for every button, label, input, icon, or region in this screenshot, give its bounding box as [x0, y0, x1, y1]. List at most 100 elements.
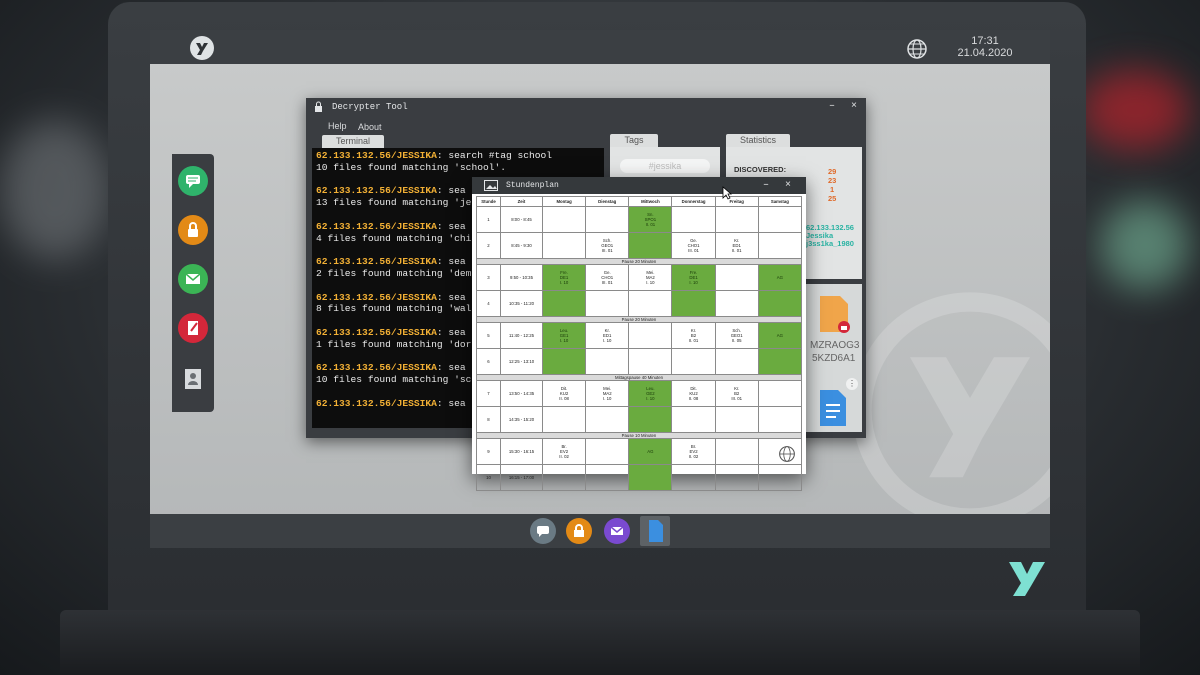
timetable-cell[interactable]: Mei. MA2 I. 10 — [585, 380, 630, 407]
timetable-cell[interactable] — [671, 348, 716, 375]
clock-time: 17:31 — [971, 35, 999, 47]
timetable-cell[interactable]: Mei. MA2 I. 10 — [628, 264, 673, 291]
terminal-prompt: 62.133.132.56/JESSIKA — [316, 362, 437, 374]
timetable-cell[interactable] — [757, 290, 803, 317]
timetable-cell[interactable]: Dit. KU2 II. 08 — [671, 380, 716, 407]
timetable-cell[interactable] — [628, 406, 673, 433]
timetable-cell[interactable]: AG — [757, 322, 803, 349]
timetable-cell[interactable] — [714, 348, 759, 375]
stundenplan-title: Stundenplan — [506, 181, 559, 190]
timetable-cell[interactable] — [757, 232, 803, 259]
timetable-cell[interactable]: Ge. CHO1 III. 01 — [671, 232, 716, 259]
stundenplan-titlebar[interactable]: Stundenplan – × — [472, 177, 806, 194]
timetable-cell[interactable] — [541, 290, 587, 317]
timetable-cell[interactable] — [757, 464, 803, 491]
terminal-text: 2 files found matching 'dem — [316, 267, 472, 279]
timetable-cell[interactable] — [541, 206, 587, 233]
tab-statistics[interactable]: Statistics — [726, 134, 790, 147]
timetable-cell[interactable] — [585, 206, 630, 233]
notes-icon[interactable] — [178, 313, 208, 343]
tag-chip[interactable]: #jessika — [620, 159, 710, 173]
laptop-base — [60, 610, 1140, 675]
timetable-cell[interactable] — [628, 348, 673, 375]
timetable-cell[interactable] — [585, 348, 630, 375]
timetable-cell[interactable]: Fre. DE1 I. 10 — [671, 264, 716, 291]
timetable-cell[interactable]: Sn. SPO1 II. 01 — [628, 206, 673, 233]
timetable-cell[interactable]: Kr. B2 II. 01 — [671, 322, 716, 349]
mail-icon[interactable] — [178, 264, 208, 294]
timetable-cell[interactable] — [585, 406, 630, 433]
timetable-cell[interactable] — [541, 348, 587, 375]
minimize-button[interactable]: – — [826, 98, 838, 116]
globe-icon[interactable] — [778, 445, 796, 463]
timetable-cell[interactable] — [585, 464, 630, 491]
timetable-cell[interactable]: Ge. CHO1 III. 01 — [585, 264, 630, 291]
document-icon[interactable] — [640, 516, 670, 546]
timetable-cell[interactable]: Br. EV2 II. 02 — [671, 438, 716, 465]
timetable-cell[interactable] — [541, 232, 587, 259]
terminal-prompt: 62.133.132.56/JESSIKA — [316, 220, 437, 232]
timetable-cell[interactable] — [671, 464, 716, 491]
lock-icon[interactable] — [178, 215, 208, 245]
timetable-cell[interactable]: Sch. GEO1 III. 01 — [585, 232, 630, 259]
timetable-cell[interactable] — [671, 206, 716, 233]
menu-about[interactable]: About — [358, 122, 382, 132]
timetable-cell[interactable] — [714, 264, 759, 291]
timetable-cell[interactable] — [714, 464, 759, 491]
timetable-cell[interactable] — [628, 232, 673, 259]
timetable-cell[interactable]: Kr. ED1 I. 10 — [585, 322, 630, 349]
timetable-cell[interactable]: Kr. ED1 II. 01 — [714, 232, 759, 259]
chat-icon[interactable] — [530, 518, 556, 544]
tab-terminal[interactable]: Terminal — [322, 135, 384, 148]
timetable-cell[interactable] — [757, 348, 803, 375]
files-panel: MZRAOG3 5KZD6A1 ⋮ — [806, 284, 862, 432]
timetable-cell[interactable] — [585, 438, 630, 465]
mail-icon[interactable] — [604, 518, 630, 544]
timetable-cell[interactable]: Kr. B2 III. 01 — [714, 380, 759, 407]
timetable-cell[interactable] — [585, 290, 630, 317]
timetable-cell[interactable] — [714, 438, 759, 465]
timetable-cell[interactable] — [671, 290, 716, 317]
tab-tags[interactable]: Tags — [610, 134, 658, 147]
timetable-cell[interactable] — [628, 322, 673, 349]
timetable-time: 8:00 - 8:45 — [500, 206, 543, 233]
timetable-cell[interactable] — [757, 380, 803, 407]
timetable-time: 8:45 - 9:30 — [500, 232, 543, 259]
timetable-cell[interactable]: Fre. DE1 I. 10 — [541, 264, 587, 291]
timetable-cell[interactable]: AG — [628, 438, 673, 465]
timetable-cell[interactable] — [541, 464, 587, 491]
timetable-cell[interactable] — [714, 206, 759, 233]
timetable-cell[interactable] — [714, 406, 759, 433]
timetable-header: Montag — [541, 196, 587, 207]
menu-help[interactable]: Help — [328, 121, 347, 131]
timetable-cell[interactable]: Br. EV2 II. 02 — [541, 438, 587, 465]
locked-file-icon[interactable] — [818, 294, 852, 334]
timetable-cell[interactable] — [671, 406, 716, 433]
lock-icon[interactable] — [566, 518, 592, 544]
timetable-cell[interactable]: AG — [757, 264, 803, 291]
timetable-cell[interactable]: Leu. GE1 I. 10 — [541, 322, 587, 349]
timetable-cell[interactable] — [628, 464, 673, 491]
timetable-cell[interactable] — [757, 206, 803, 233]
timetable-cell[interactable] — [541, 406, 587, 433]
os-logo-icon[interactable] — [190, 36, 214, 60]
timetable-cell[interactable]: Dit. KU2 II. 08 — [541, 380, 587, 407]
document-file-icon[interactable] — [818, 388, 850, 428]
close-button[interactable]: × — [782, 177, 794, 195]
minimize-button[interactable]: – — [760, 177, 772, 195]
decrypter-titlebar[interactable]: Decrypter Tool – × — [306, 98, 866, 116]
timetable-cell[interactable] — [757, 406, 803, 433]
chat-icon[interactable] — [178, 166, 208, 196]
timetable-cell[interactable] — [714, 290, 759, 317]
lock-icon — [314, 98, 323, 123]
close-button[interactable]: × — [848, 98, 860, 116]
timetable-cell[interactable]: Leu. GE2 I. 10 — [628, 380, 673, 407]
clock-date: 21.04.2020 — [957, 47, 1013, 59]
terminal-text: : sea — [436, 220, 466, 232]
globe-icon[interactable] — [906, 38, 928, 60]
timetable-cell[interactable] — [628, 290, 673, 317]
timetable-cell[interactable]: Sch. GEO1 II. 05 — [714, 322, 759, 349]
timetable-period: 6 — [476, 348, 501, 375]
contact-icon[interactable] — [178, 364, 208, 394]
bokeh-green — [1100, 200, 1190, 290]
